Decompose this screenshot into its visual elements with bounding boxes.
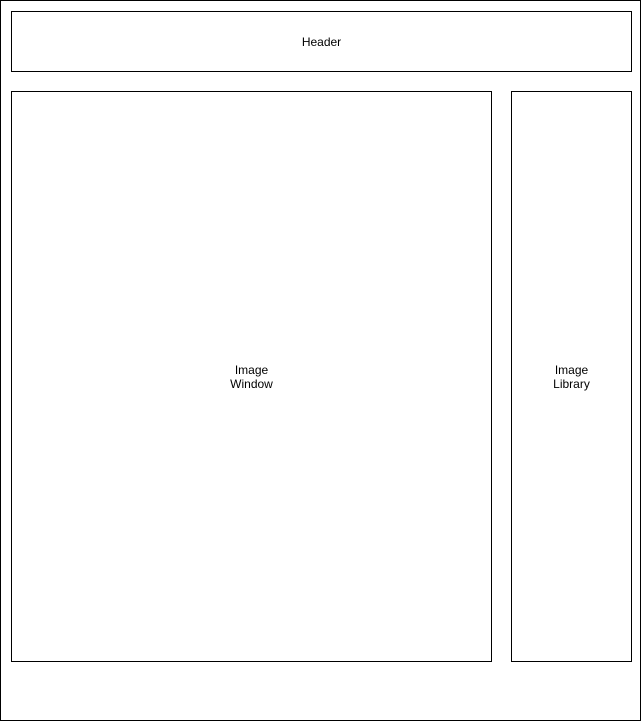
header-region: Header xyxy=(11,11,632,72)
image-window-region: Image Window xyxy=(11,91,492,662)
image-library-region: Image Library xyxy=(511,91,632,662)
image-library-label: Image Library xyxy=(553,362,590,391)
image-window-label: Image Window xyxy=(230,362,273,391)
header-label: Header xyxy=(301,34,342,49)
wireframe-canvas: Header Image Window Image Library xyxy=(0,0,641,721)
